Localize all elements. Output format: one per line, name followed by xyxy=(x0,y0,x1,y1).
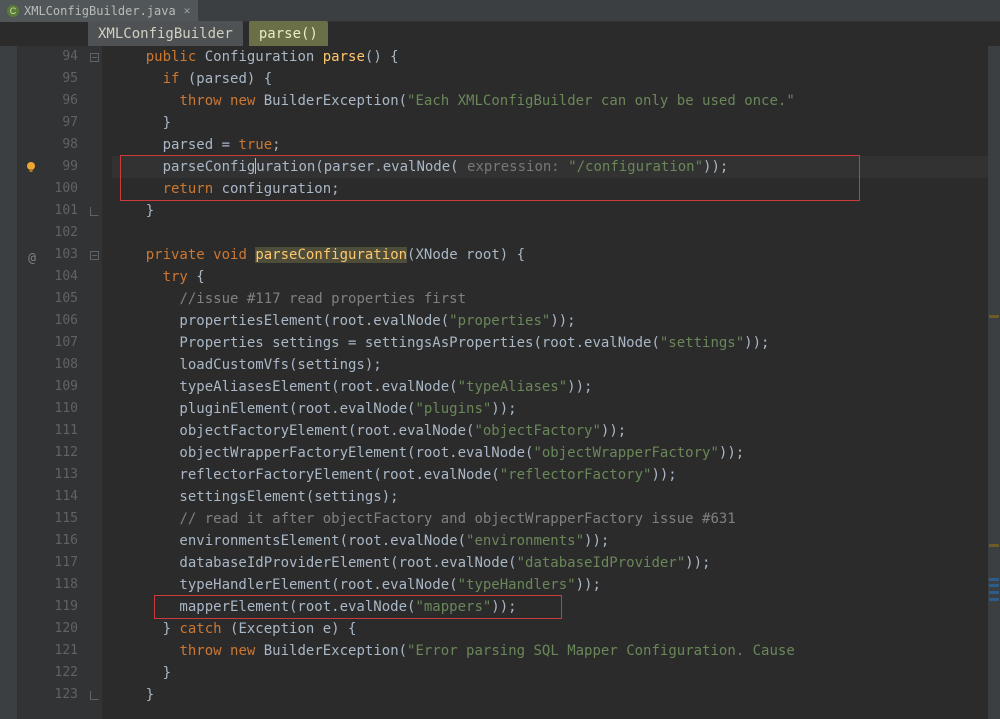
line-number[interactable]: 113 xyxy=(18,464,78,486)
line-number[interactable]: 98 xyxy=(18,134,78,156)
code-line[interactable]: objectWrapperFactoryElement(root.evalNod… xyxy=(112,442,1000,464)
line-number[interactable]: 114 xyxy=(18,486,78,508)
line-number-gutter[interactable]: 949596979899100101102103@104105106107108… xyxy=(18,46,88,719)
code-line[interactable]: // read it after objectFactory and objec… xyxy=(112,508,1000,530)
error-stripe-mark[interactable] xyxy=(989,315,999,318)
line-number[interactable]: 102 xyxy=(18,222,78,244)
code-line[interactable] xyxy=(112,222,1000,244)
code-line[interactable]: if (parsed) { xyxy=(112,68,1000,90)
code-line[interactable]: } xyxy=(112,684,1000,706)
code-line[interactable]: try { xyxy=(112,266,1000,288)
line-number[interactable]: 97 xyxy=(18,112,78,134)
code-line[interactable]: mapperElement(root.evalNode("mappers")); xyxy=(112,596,1000,618)
code-line[interactable]: Properties settings = settingsAsProperti… xyxy=(112,332,1000,354)
line-number[interactable]: 101 xyxy=(18,200,78,222)
line-number[interactable]: 106 xyxy=(18,310,78,332)
code-line[interactable]: settingsElement(settings); xyxy=(112,486,1000,508)
identifier-highlight: parseConfiguration xyxy=(255,247,407,263)
lightbulb-icon[interactable] xyxy=(24,160,38,174)
line-number[interactable]: 118 xyxy=(18,574,78,596)
editor-tab[interactable]: C XMLConfigBuilder.java ✕ xyxy=(0,0,198,22)
error-stripe-mark[interactable] xyxy=(989,591,999,594)
fold-gutter[interactable] xyxy=(88,46,102,719)
error-stripe-mark[interactable] xyxy=(989,578,999,581)
code-line[interactable]: throw new BuilderException("Each XMLConf… xyxy=(112,90,1000,112)
fold-end-icon[interactable] xyxy=(90,691,99,700)
code-line[interactable]: reflectorFactoryElement(root.evalNode("r… xyxy=(112,464,1000,486)
line-number[interactable]: 103@ xyxy=(18,244,78,266)
line-number[interactable]: 112 xyxy=(18,442,78,464)
error-stripe-mark[interactable] xyxy=(989,584,999,587)
code-line[interactable]: environmentsElement(root.evalNode("envir… xyxy=(112,530,1000,552)
error-stripe-mark[interactable] xyxy=(989,544,999,547)
line-number[interactable]: 104 xyxy=(18,266,78,288)
code-line[interactable]: objectFactoryElement(root.evalNode("obje… xyxy=(112,420,1000,442)
line-number[interactable]: 107 xyxy=(18,332,78,354)
code-line[interactable]: } xyxy=(112,200,1000,222)
fold-end-icon[interactable] xyxy=(90,207,99,216)
code-line[interactable]: private void parseConfiguration(XNode ro… xyxy=(112,244,1000,266)
text-caret xyxy=(255,158,256,174)
code-line[interactable]: typeAliasesElement(root.evalNode("typeAl… xyxy=(112,376,1000,398)
line-number[interactable]: 117 xyxy=(18,552,78,574)
code-line[interactable]: return configuration; xyxy=(112,178,1000,200)
code-line[interactable]: parseConfiguration(parser.evalNode( expr… xyxy=(112,156,1000,178)
line-number[interactable]: 105 xyxy=(18,288,78,310)
code-line[interactable]: //issue #117 read properties first xyxy=(112,288,1000,310)
breadcrumb-method[interactable]: parse() xyxy=(249,21,328,47)
code-line[interactable]: } xyxy=(112,662,1000,684)
editor: 949596979899100101102103@104105106107108… xyxy=(0,46,1000,719)
tab-filename: XMLConfigBuilder.java xyxy=(24,0,176,22)
tab-bar: C XMLConfigBuilder.java ✕ xyxy=(0,0,1000,22)
code-line[interactable]: propertiesElement(root.evalNode("propert… xyxy=(112,310,1000,332)
code-line[interactable]: pluginElement(root.evalNode("plugins")); xyxy=(112,398,1000,420)
line-number[interactable]: 119 xyxy=(18,596,78,618)
line-number[interactable]: 110 xyxy=(18,398,78,420)
line-number[interactable]: 121 xyxy=(18,640,78,662)
code-line[interactable]: throw new BuilderException("Error parsin… xyxy=(112,640,1000,662)
line-number[interactable]: 95 xyxy=(18,68,78,90)
code-line[interactable]: } catch (Exception e) { xyxy=(112,618,1000,640)
line-number[interactable]: 116 xyxy=(18,530,78,552)
line-number[interactable]: 120 xyxy=(18,618,78,640)
breadcrumb: XMLConfigBuilder parse() xyxy=(0,22,1000,46)
code-line[interactable]: typeHandlerElement(root.evalNode("typeHa… xyxy=(112,574,1000,596)
override-marker-icon[interactable]: @ xyxy=(22,248,36,262)
code-line[interactable]: databaseIdProviderElement(root.evalNode(… xyxy=(112,552,1000,574)
java-class-icon: C xyxy=(6,4,20,18)
line-number[interactable]: 123 xyxy=(18,684,78,706)
code-line[interactable]: loadCustomVfs(settings); xyxy=(112,354,1000,376)
error-stripe-mark[interactable] xyxy=(989,598,999,601)
vertical-scrollbar[interactable] xyxy=(988,46,1000,719)
breadcrumb-class[interactable]: XMLConfigBuilder xyxy=(88,21,243,47)
line-number[interactable]: 122 xyxy=(18,662,78,684)
tool-window-stripe[interactable] xyxy=(0,46,18,719)
fold-collapse-icon[interactable] xyxy=(90,53,99,62)
line-number[interactable]: 96 xyxy=(18,90,78,112)
close-icon[interactable]: ✕ xyxy=(184,0,191,22)
line-number[interactable]: 99 xyxy=(18,156,78,178)
fold-collapse-icon[interactable] xyxy=(90,251,99,260)
line-number[interactable]: 100 xyxy=(18,178,78,200)
code-line[interactable]: parsed = true; xyxy=(112,134,1000,156)
line-number[interactable]: 109 xyxy=(18,376,78,398)
line-number[interactable]: 111 xyxy=(18,420,78,442)
code-area[interactable]: public Configuration parse() { if (parse… xyxy=(102,46,1000,719)
line-number[interactable]: 94 xyxy=(18,46,78,68)
line-number[interactable]: 108 xyxy=(18,354,78,376)
code-line[interactable]: } xyxy=(112,112,1000,134)
code-line[interactable]: public Configuration parse() { xyxy=(112,46,1000,68)
svg-text:C: C xyxy=(10,6,17,16)
line-number[interactable]: 115 xyxy=(18,508,78,530)
